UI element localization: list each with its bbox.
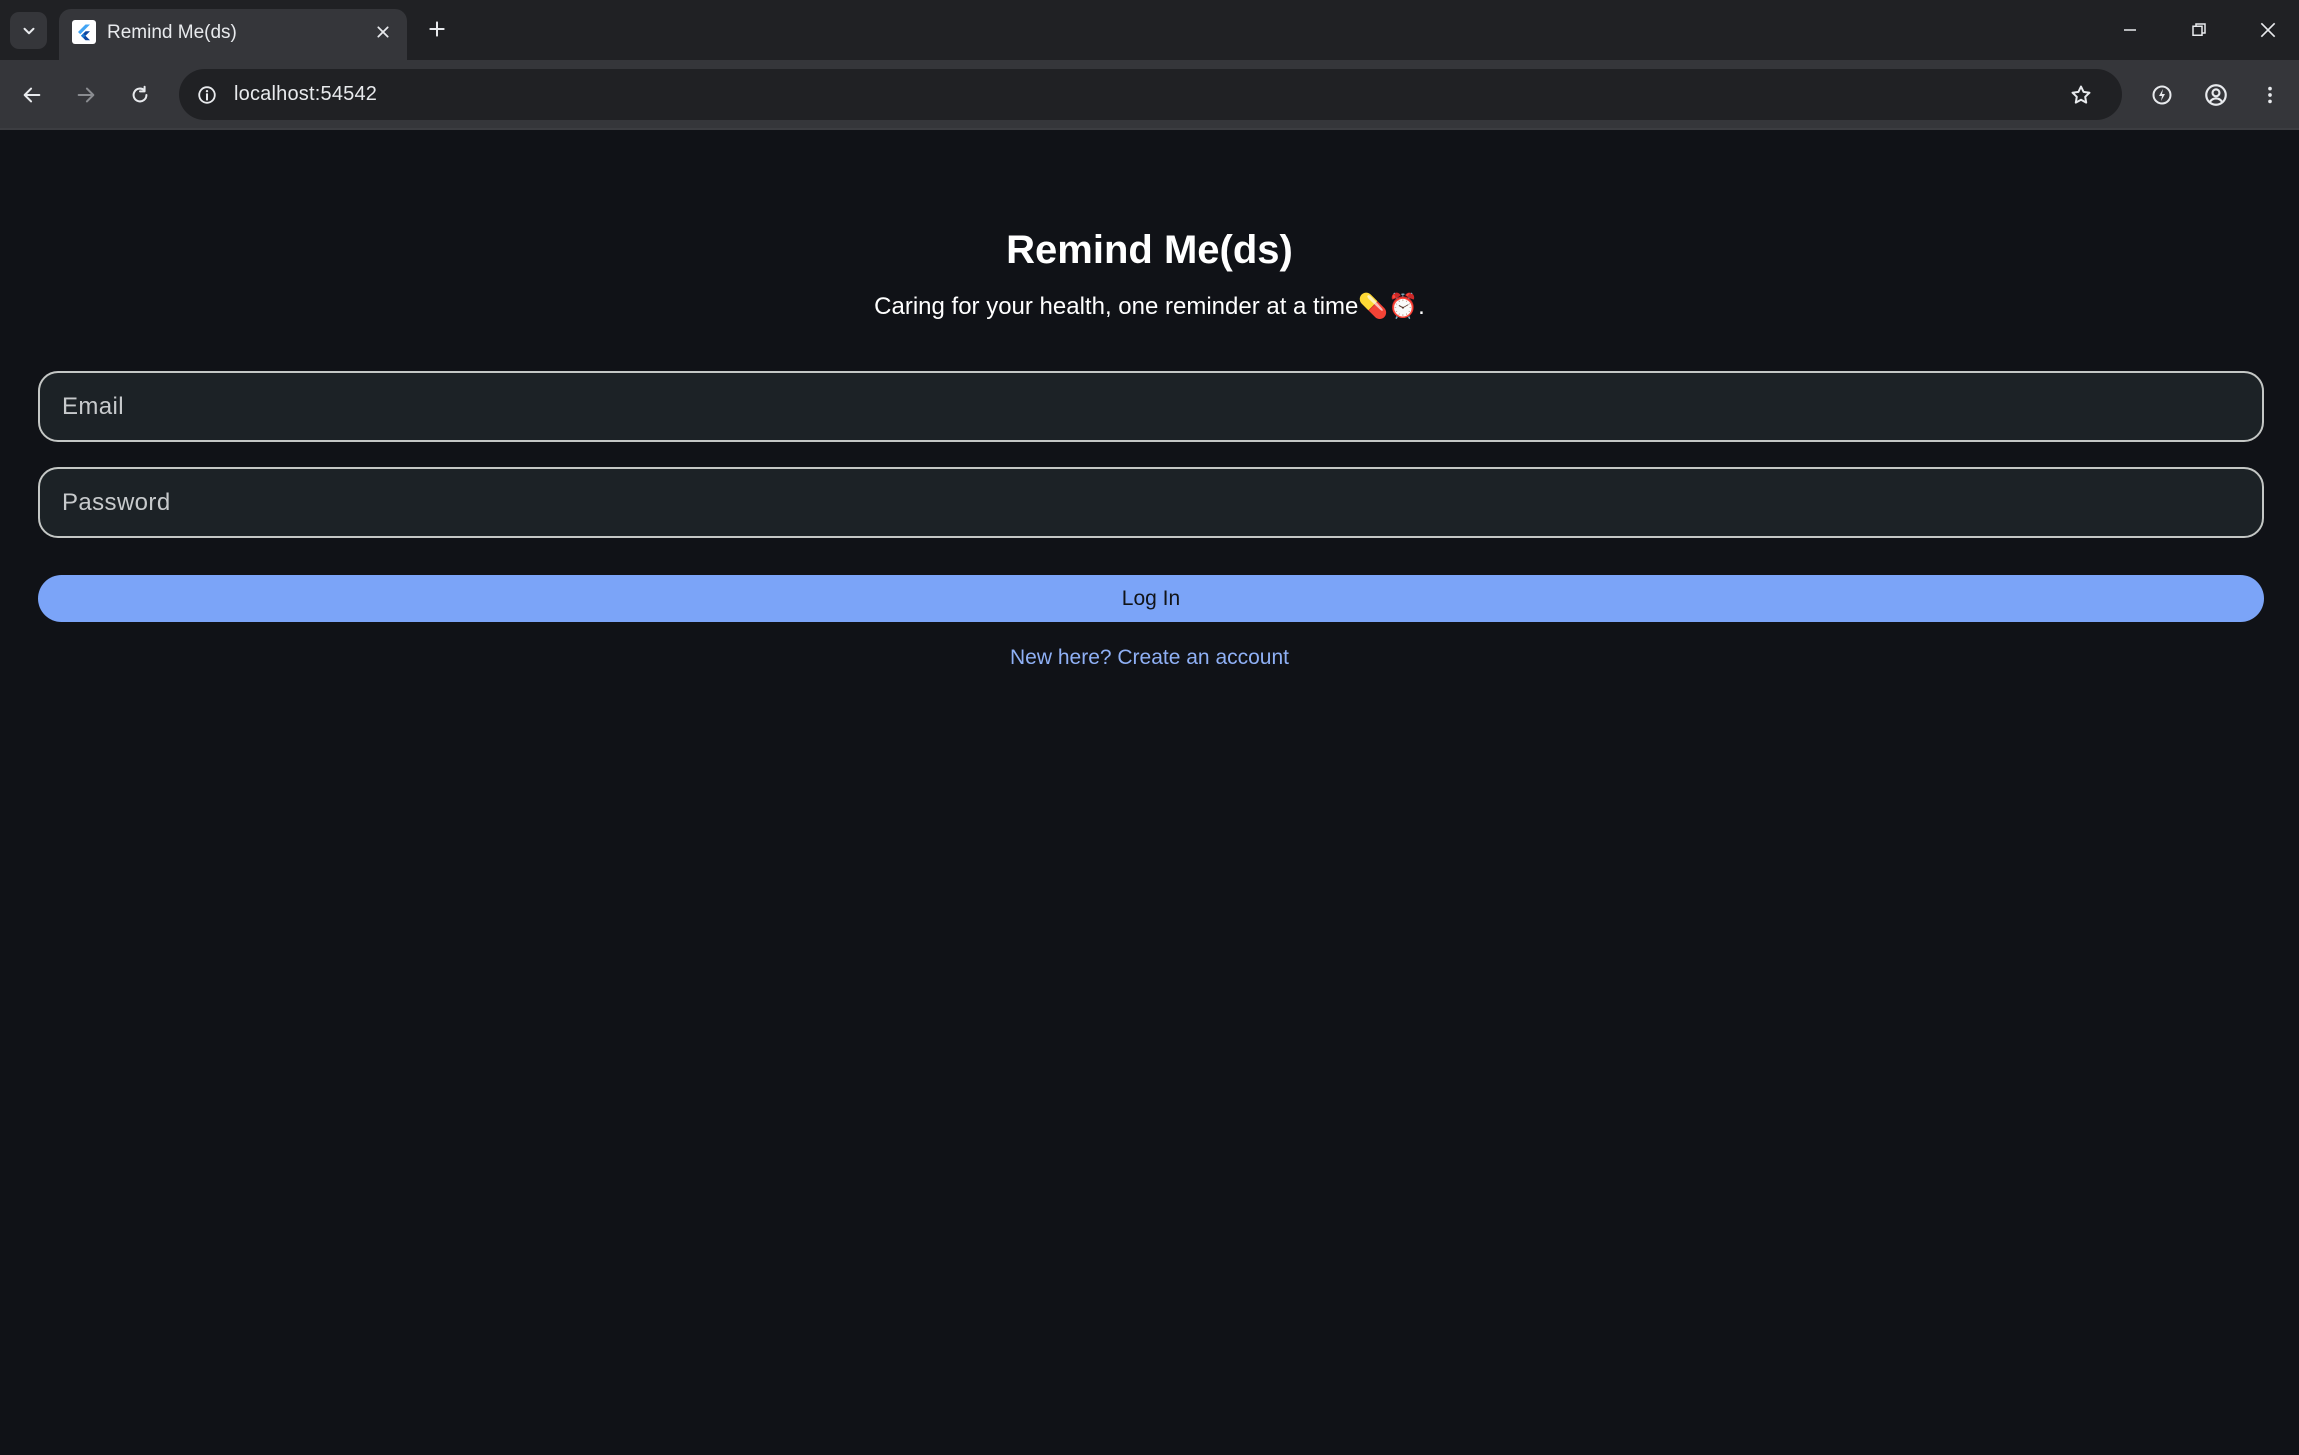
address-bar[interactable]: localhost:54542 xyxy=(179,69,2122,120)
email-field[interactable] xyxy=(38,371,2264,442)
new-tab-button[interactable] xyxy=(421,13,453,45)
tab-title: Remind Me(ds) xyxy=(107,22,237,43)
minimize-icon xyxy=(2121,21,2139,39)
login-button[interactable]: Log In xyxy=(38,575,2264,622)
close-icon xyxy=(2258,20,2278,40)
plus-icon xyxy=(427,19,447,39)
app-subtitle: Caring for your health, one reminder at … xyxy=(874,293,1425,320)
create-account-link[interactable]: New here? Create an account xyxy=(1010,646,1289,669)
arrow-right-icon xyxy=(75,84,97,106)
kebab-icon xyxy=(2259,84,2281,106)
profile-button[interactable] xyxy=(2196,75,2236,115)
account-icon xyxy=(2203,82,2229,108)
star-icon[interactable] xyxy=(2065,79,2097,111)
minimize-button[interactable] xyxy=(2110,10,2150,50)
tab-search-button[interactable] xyxy=(10,12,47,49)
forward-button[interactable] xyxy=(66,75,106,115)
browser-menu-button[interactable] xyxy=(2250,75,2290,115)
browser-tab-active[interactable]: Remind Me(ds) xyxy=(59,9,407,60)
info-icon[interactable] xyxy=(191,79,223,111)
close-window-button[interactable] xyxy=(2248,10,2288,50)
reload-button[interactable] xyxy=(120,75,160,115)
browser-tabstrip: Remind Me(ds) xyxy=(0,0,2299,60)
signup-link-row: New here? Create an account xyxy=(0,646,2299,670)
browser-toolbar: localhost:54542 xyxy=(0,60,2299,130)
flutter-icon xyxy=(72,20,96,44)
restore-icon xyxy=(2190,21,2208,39)
email-input[interactable] xyxy=(40,373,2262,440)
chevron-down-icon xyxy=(20,22,38,40)
close-icon[interactable] xyxy=(371,20,395,44)
extensions-button[interactable] xyxy=(2142,75,2182,115)
arrow-left-icon xyxy=(21,84,43,106)
password-field[interactable] xyxy=(38,467,2264,538)
app-title: Remind Me(ds) xyxy=(1006,228,1293,272)
lightning-icon xyxy=(2150,83,2174,107)
reload-icon xyxy=(129,84,151,106)
page-content: Remind Me(ds) Caring for your health, on… xyxy=(0,131,2299,1455)
url-text[interactable]: localhost:54542 xyxy=(234,83,377,106)
restore-button[interactable] xyxy=(2179,10,2219,50)
password-input[interactable] xyxy=(40,469,2262,536)
back-button[interactable] xyxy=(12,75,52,115)
